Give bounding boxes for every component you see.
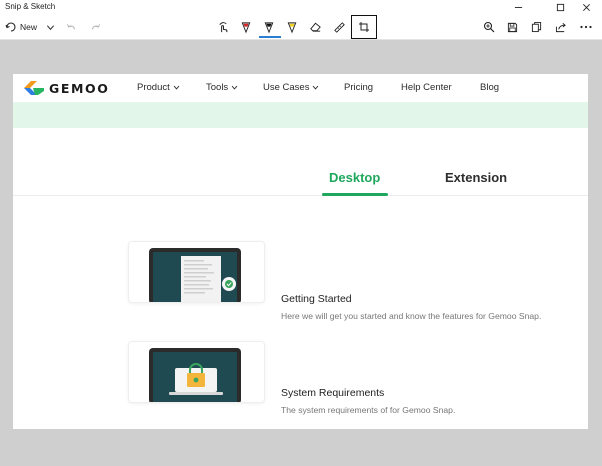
close-icon xyxy=(582,3,590,11)
more-icon xyxy=(580,25,592,29)
ballpoint-pen-button[interactable] xyxy=(240,18,252,36)
minimize-icon xyxy=(514,6,522,8)
pencil-icon xyxy=(264,21,274,33)
nav-pricing-label: Pricing xyxy=(344,82,374,93)
chevron-down-icon xyxy=(173,85,180,90)
platform-tabs: Desktop Extension xyxy=(13,128,588,196)
nav-product-label: Product xyxy=(137,82,170,93)
ruler-icon xyxy=(334,21,345,33)
save-icon xyxy=(507,22,518,32)
getting-started-description: Here we will get you started and know th… xyxy=(281,311,542,321)
active-tab-indicator xyxy=(322,193,388,196)
redo-button[interactable] xyxy=(90,18,101,36)
undo-button[interactable] xyxy=(66,18,77,36)
nav-use-cases[interactable]: Use Cases xyxy=(263,82,319,93)
system-requirements-description: The system requirements of for Gemoo Sna… xyxy=(281,405,456,415)
captured-page: GEMOO Product Tools Use Cases Pricing He… xyxy=(13,74,588,429)
undo-icon xyxy=(66,23,76,30)
image-crop-button[interactable] xyxy=(351,15,377,39)
crop-icon xyxy=(359,22,369,32)
save-button[interactable] xyxy=(507,18,518,36)
maximize-icon xyxy=(556,3,564,11)
minimize-button[interactable] xyxy=(502,0,534,14)
app-title: Snip & Sketch xyxy=(5,2,56,11)
toolbar: New xyxy=(0,14,602,40)
eraser-icon xyxy=(310,22,321,32)
copy-button[interactable] xyxy=(531,18,542,36)
share-icon xyxy=(555,22,566,32)
nav-product[interactable]: Product xyxy=(137,82,180,93)
share-button[interactable] xyxy=(555,18,567,36)
chevron-down-icon xyxy=(46,24,55,30)
new-label: New xyxy=(20,22,38,32)
gemoo-logo-icon xyxy=(24,81,44,95)
close-button[interactable] xyxy=(570,0,602,14)
zoom-icon xyxy=(483,21,495,33)
nav-tools[interactable]: Tools xyxy=(206,82,238,93)
nav-blog[interactable]: Blog xyxy=(480,82,499,93)
new-snip-icon xyxy=(5,22,16,32)
new-dropdown-button[interactable] xyxy=(46,18,55,36)
nav-blog-label: Blog xyxy=(480,82,500,93)
ballpoint-pen-icon xyxy=(241,21,251,33)
chevron-down-icon xyxy=(313,85,319,90)
redo-icon xyxy=(91,23,101,30)
system-requirements-title[interactable]: System Requirements xyxy=(281,387,384,399)
highlighter-icon xyxy=(287,21,297,33)
touch-writing-icon xyxy=(219,21,228,32)
pencil-button[interactable] xyxy=(263,18,275,36)
copy-icon xyxy=(531,21,542,33)
logo-text: GEMOO xyxy=(49,80,110,96)
snip-canvas[interactable]: GEMOO Product Tools Use Cases Pricing He… xyxy=(0,40,602,466)
getting-started-card[interactable] xyxy=(128,241,265,303)
nav-pricing[interactable]: Pricing xyxy=(344,82,373,93)
hero-band xyxy=(13,102,588,128)
getting-started-title[interactable]: Getting Started xyxy=(281,293,352,305)
nav-help-center-label: Help Center xyxy=(401,82,452,93)
tab-extension[interactable]: Extension xyxy=(445,170,507,185)
touch-writing-button[interactable] xyxy=(217,18,230,36)
zoom-button[interactable] xyxy=(483,18,495,36)
getting-started-thumbnail xyxy=(149,248,241,302)
ruler-button[interactable] xyxy=(333,18,346,36)
tab-desktop[interactable]: Desktop xyxy=(329,170,380,185)
nav-use-cases-label: Use Cases xyxy=(263,82,310,93)
system-requirements-card[interactable] xyxy=(128,341,265,403)
nav-tools-label: Tools xyxy=(206,82,229,93)
active-tool-indicator xyxy=(259,36,281,38)
gemoo-logo[interactable]: GEMOO xyxy=(23,79,110,97)
highlighter-button[interactable] xyxy=(286,18,298,36)
eraser-button[interactable] xyxy=(309,18,322,36)
system-requirements-thumbnail xyxy=(149,348,241,402)
nav-help-center[interactable]: Help Center xyxy=(401,82,452,93)
new-snip-button[interactable]: New xyxy=(5,18,37,36)
see-more-button[interactable] xyxy=(580,18,592,36)
chevron-down-icon xyxy=(231,85,238,90)
site-nav: GEMOO Product Tools Use Cases Pricing He… xyxy=(13,74,588,102)
title-bar: Snip & Sketch xyxy=(0,0,602,14)
